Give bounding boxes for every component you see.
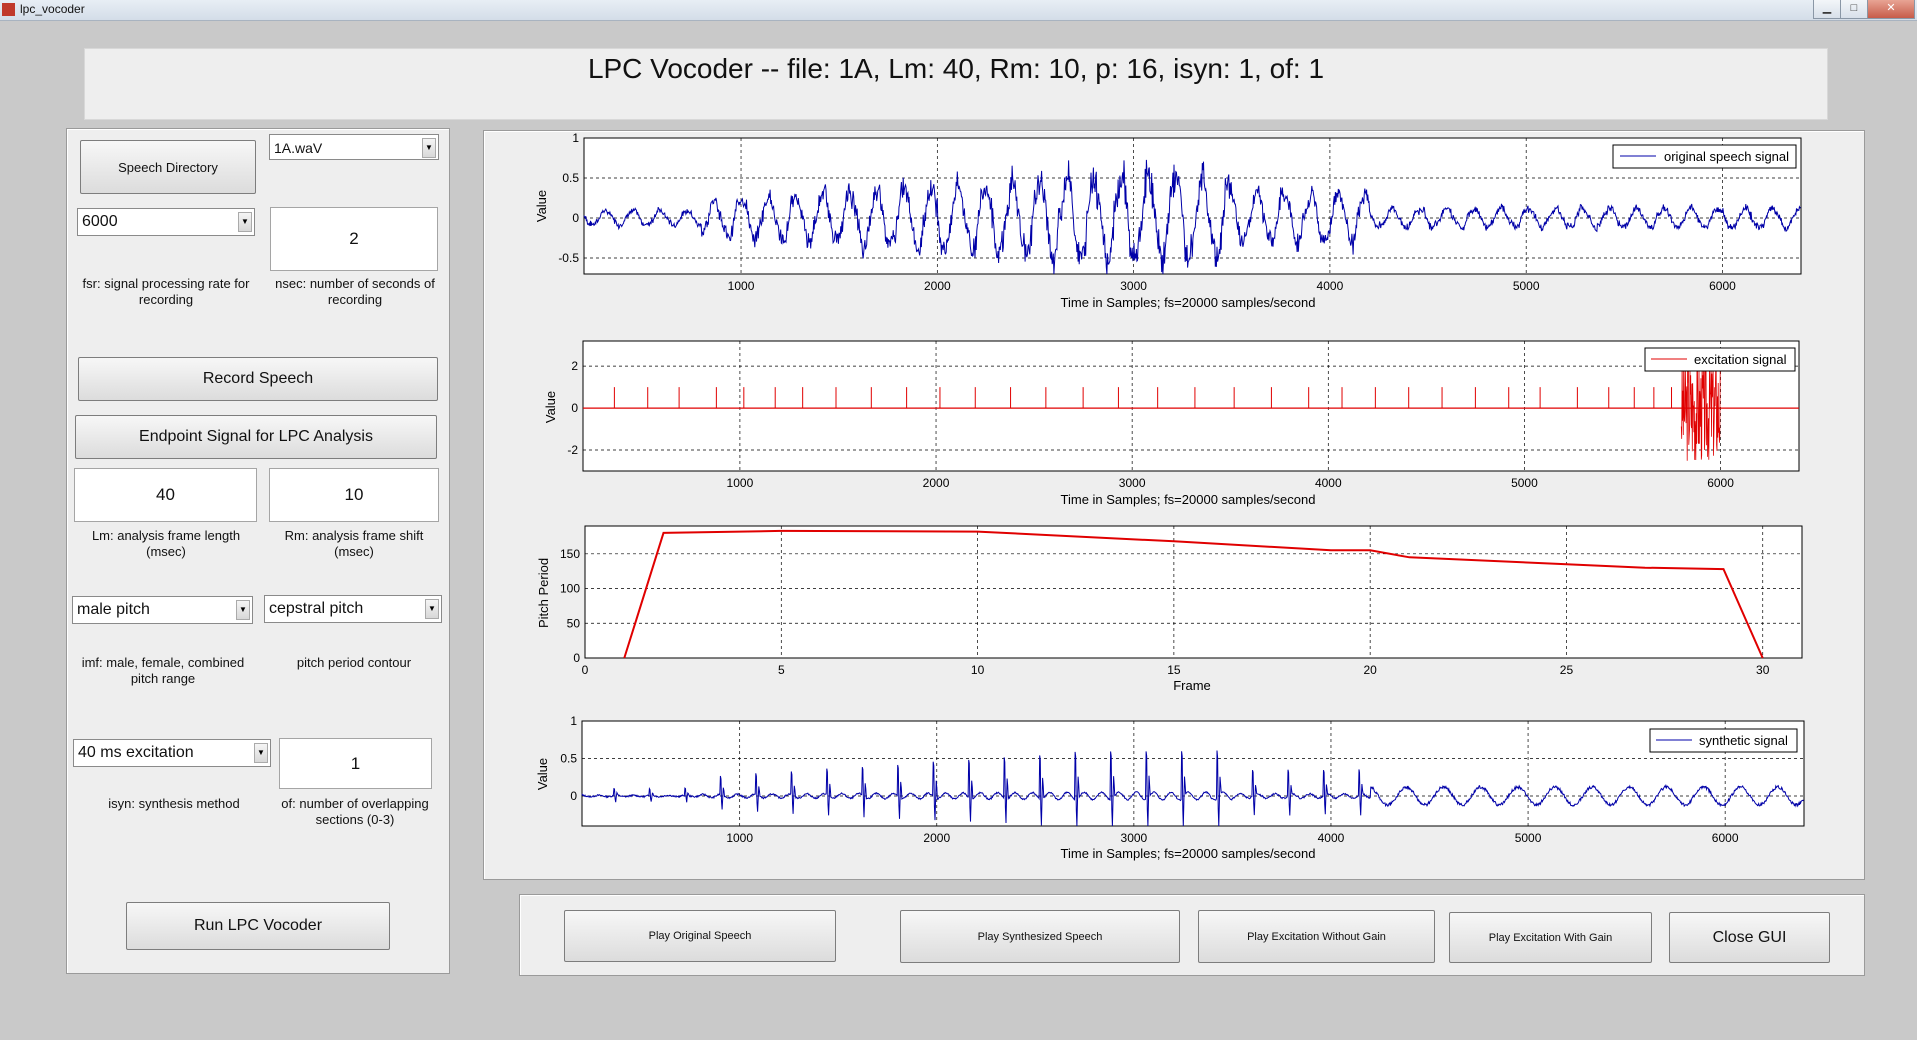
run-lpc-vocoder-button[interactable]: Run LPC Vocoder	[126, 902, 390, 950]
close-gui-button[interactable]: Close GUI	[1669, 912, 1830, 963]
chevron-down-icon[interactable]: ▼	[238, 212, 252, 232]
imf-select-value: male pitch	[77, 601, 150, 618]
lm-input[interactable]: 40	[74, 468, 257, 522]
endpoint-signal-button[interactable]: Endpoint Signal for LPC Analysis	[75, 415, 437, 459]
play-excitation-without-gain-button[interactable]: Play Excitation Without Gain	[1198, 910, 1435, 963]
rm-caption: Rm: analysis frame shift (msec)	[284, 528, 424, 559]
minimize-icon[interactable]: ▁	[1813, 0, 1841, 19]
play-original-speech-button[interactable]: Play Original Speech	[564, 910, 836, 962]
chevron-down-icon[interactable]: ▼	[422, 138, 436, 158]
imf-caption: imf: male, female, combined pitch range	[81, 655, 245, 686]
play-excitation-with-gain-button[interactable]: Play Excitation With Gain	[1449, 912, 1652, 963]
plot-panel	[483, 130, 1865, 880]
nsec-input[interactable]: 2	[270, 207, 438, 271]
file-select[interactable]: 1A.waV ▼	[269, 134, 439, 160]
header-panel: LPC Vocoder -- file: 1A, Lm: 40, Rm: 10,…	[84, 48, 1828, 120]
maximize-icon[interactable]: □	[1840, 0, 1868, 19]
speech-directory-button[interactable]: Speech Directory	[80, 140, 256, 194]
lm-caption: Lm: analysis frame length (msec)	[91, 528, 241, 559]
nsec-caption: nsec: number of seconds of recording	[275, 276, 435, 307]
window-titlebar: lpc_vocoder ▁ □ ✕	[0, 0, 1917, 21]
close-icon[interactable]: ✕	[1867, 0, 1915, 19]
isyn-select-value: 40 ms excitation	[78, 744, 194, 761]
fsr-select[interactable]: 6000 ▼	[77, 208, 255, 236]
chevron-down-icon[interactable]: ▼	[425, 599, 439, 619]
fsr-select-value: 6000	[82, 213, 118, 230]
isyn-select[interactable]: 40 ms excitation ▼	[73, 739, 271, 767]
play-synthesized-speech-button[interactable]: Play Synthesized Speech	[900, 910, 1180, 963]
of-caption: of: number of overlapping sections (0-3)	[281, 796, 429, 827]
fsr-caption: fsr: signal processing rate for recordin…	[82, 276, 250, 307]
pitch-select[interactable]: cepstral pitch ▼	[264, 595, 442, 623]
pitch-caption: pitch period contour	[296, 655, 412, 670]
app-icon	[2, 3, 15, 16]
of-input[interactable]: 1	[279, 738, 432, 789]
imf-select[interactable]: male pitch ▼	[72, 596, 253, 624]
pitch-select-value: cepstral pitch	[269, 600, 364, 617]
isyn-caption: isyn: synthesis method	[108, 796, 240, 811]
file-select-value: 1A.waV	[274, 140, 323, 156]
chevron-down-icon[interactable]: ▼	[236, 600, 250, 620]
chevron-down-icon[interactable]: ▼	[254, 743, 268, 763]
window-title: lpc_vocoder	[20, 2, 85, 16]
page-title: LPC Vocoder -- file: 1A, Lm: 40, Rm: 10,…	[587, 53, 1325, 84]
record-speech-button[interactable]: Record Speech	[78, 357, 438, 401]
rm-input[interactable]: 10	[269, 468, 439, 522]
